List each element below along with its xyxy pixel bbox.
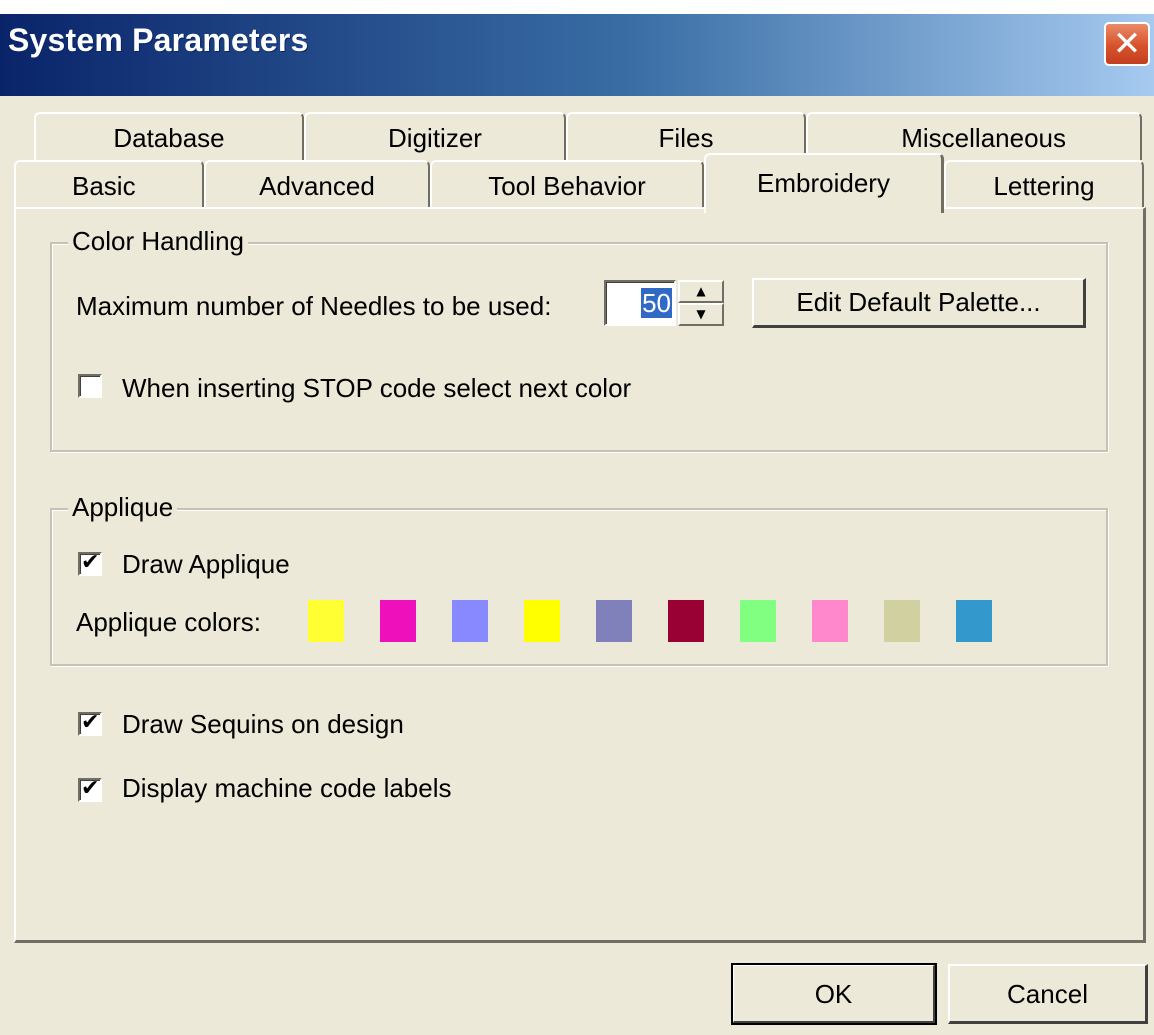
ok-label: OK [814,979,853,1009]
draw-applique-label: Draw Applique [122,549,290,579]
max-needles-value: 50 [641,288,672,318]
max-needles-label: Maximum number of Needles to be used: [76,291,552,321]
applique-color-swatch-3[interactable] [452,600,488,642]
check-icon: ✔ [81,710,100,735]
ok-button[interactable]: OK [731,963,937,1025]
down-arrow-icon: ▼ [696,307,706,321]
tab-digitizer[interactable]: Digitizer [304,112,566,160]
window-title: System Parameters [8,22,309,58]
check-icon: ✔ [81,776,100,801]
tab-label: Database [113,123,225,153]
applique-group [50,508,1108,666]
applique-title: Applique [68,492,178,522]
tab-advanced[interactable]: Advanced [204,160,430,208]
tab-label: Digitizer [388,123,482,153]
applique-color-swatch-4[interactable] [524,600,560,642]
cancel-label: Cancel [1007,979,1088,1009]
color-handling-group [50,242,1108,452]
tab-tool-behavior[interactable]: Tool Behavior [430,160,704,208]
cancel-button[interactable]: Cancel [948,964,1148,1024]
color-handling-title: Color Handling [68,226,248,256]
machine-code-labels-checkbox[interactable]: ✔ [78,776,102,802]
applique-color-swatch-5[interactable] [596,600,632,642]
tab-label: Files [658,123,714,153]
edit-default-palette-label: Edit Default Palette... [796,287,1041,317]
draw-applique-checkbox[interactable]: ✔ [78,550,102,576]
edit-default-palette-button[interactable]: Edit Default Palette... [752,278,1086,328]
up-arrow-icon: ▲ [696,284,706,298]
applique-color-swatch-2[interactable] [380,600,416,642]
tab-label: Embroidery [757,168,890,198]
draw-sequins-label: Draw Sequins on design [122,709,404,739]
spin-down-button[interactable]: ▼ [678,303,724,326]
machine-code-labels-label: Display machine code labels [122,773,452,803]
spin-up-button[interactable]: ▲ [678,280,724,303]
max-needles-spinner[interactable]: ▲ ▼ [678,280,724,326]
tab-label: Advanced [259,171,375,201]
draw-sequins-checkbox[interactable]: ✔ [78,710,102,736]
stop-code-label: When inserting STOP code select next col… [122,373,632,403]
close-button[interactable]: ✕ [1104,22,1150,66]
max-needles-input[interactable]: 50 [604,280,676,326]
system-parameters-dialog: System Parameters ✕ Database Digitizer F… [0,0,1154,1035]
tab-label: Basic [72,171,136,201]
applique-color-swatch-7[interactable] [740,600,776,642]
tab-embroidery[interactable]: Embroidery [704,153,944,213]
title-bar[interactable]: System Parameters ✕ [0,0,1154,96]
stop-code-checkbox[interactable] [78,374,102,398]
applique-colors-label: Applique colors: [76,607,261,637]
applique-color-swatch-6[interactable] [668,600,704,642]
tab-database[interactable]: Database [34,112,304,160]
tab-label: Tool Behavior [488,171,646,201]
tab-lettering[interactable]: Lettering [944,160,1144,208]
check-icon: ✔ [81,550,100,575]
tab-label: Miscellaneous [901,123,1066,153]
close-icon: ✕ [1112,24,1142,64]
applique-color-swatch-1[interactable] [308,600,344,642]
applique-color-swatch-8[interactable] [812,600,848,642]
tab-label: Lettering [993,171,1095,201]
tab-basic[interactable]: Basic [14,160,204,208]
applique-color-swatch-9[interactable] [884,600,920,642]
applique-color-swatch-10[interactable] [956,600,992,642]
